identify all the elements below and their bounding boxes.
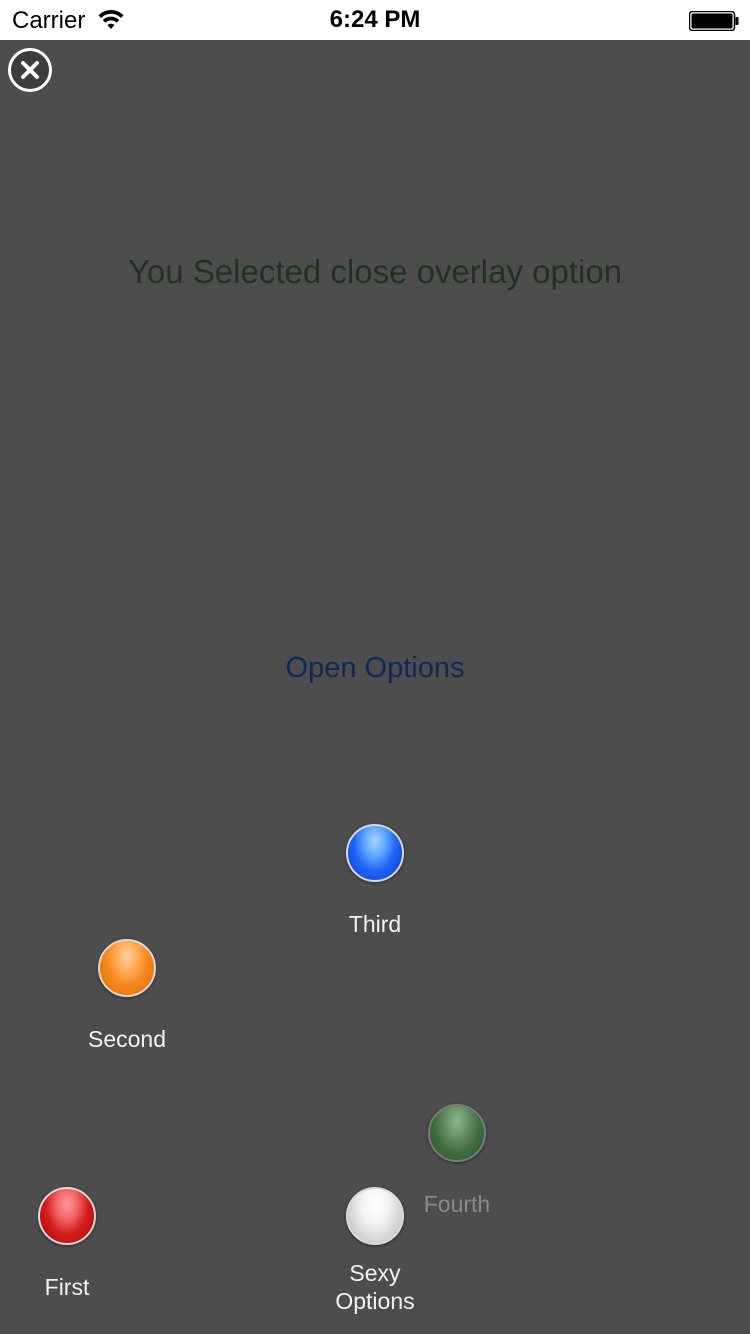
battery-icon bbox=[688, 10, 739, 32]
option-second[interactable]: Second bbox=[52, 939, 202, 1053]
selection-message: You Selected close overlay option bbox=[127, 253, 623, 290]
silver-orb-icon bbox=[346, 1187, 404, 1245]
green-orb-icon bbox=[428, 1104, 486, 1162]
open-options-button[interactable]: Open Options bbox=[0, 650, 750, 686]
blue-orb-icon bbox=[346, 824, 404, 882]
options-overlay bbox=[0, 40, 750, 1334]
option-sexy-options[interactable]: Sexy Options bbox=[300, 1187, 450, 1315]
orange-orb-icon bbox=[98, 939, 156, 997]
option-label: Third bbox=[348, 911, 402, 937]
option-label: Sexy Options bbox=[335, 1260, 415, 1314]
option-first[interactable]: First bbox=[0, 1187, 142, 1301]
close-overlay-button[interactable] bbox=[8, 48, 52, 92]
option-label: First bbox=[44, 1274, 90, 1300]
status-bar: Carrier 6:24 PM bbox=[0, 0, 750, 40]
option-third[interactable]: Third bbox=[300, 824, 450, 938]
close-icon bbox=[21, 61, 39, 79]
status-time: 6:24 PM bbox=[329, 6, 421, 33]
option-label: Second bbox=[87, 1026, 166, 1052]
red-orb-icon bbox=[38, 1187, 96, 1245]
